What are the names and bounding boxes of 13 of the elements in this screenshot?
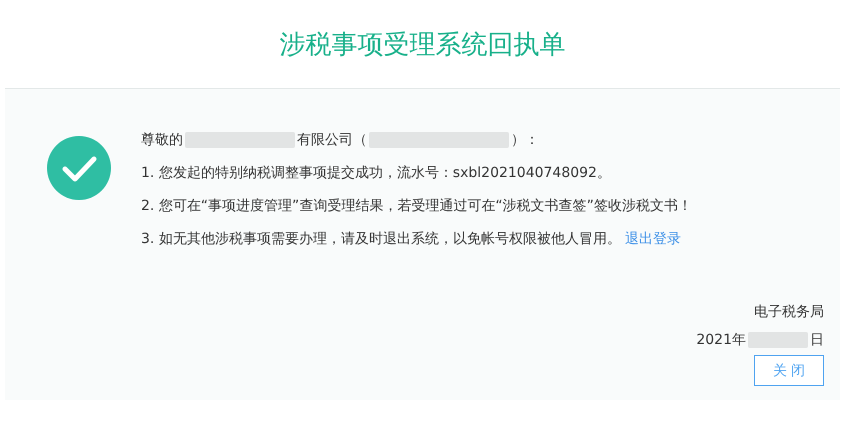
logout-link[interactable]: 退出登录	[624, 229, 681, 249]
date-text: 日	[810, 331, 824, 349]
success-check-icon	[47, 136, 111, 200]
close-button[interactable]: 关 闭	[754, 355, 824, 386]
greeting-text: 有限公司（	[297, 131, 367, 150]
receipt-title: 涉税事项受理系统回执单	[280, 28, 566, 62]
greeting-text: ）：	[511, 131, 539, 150]
date-text: 2021年	[696, 331, 746, 349]
notice-text: 1. 您发起的特别纳税调整事项提交成功，流水号：sxbl2021040748092。	[141, 164, 611, 183]
issuer-text: 电子税务局	[754, 303, 824, 321]
greeting-text: 尊敬的	[141, 131, 183, 150]
notice-text: 3. 如无其他涉税事项需要办理，请及时退出系统，以免帐号权限被他人冒用。	[141, 230, 621, 249]
notice-text: 2. 您可在“事项进度管理”查询受理结果，若受理通过可在“涉税文书查签”签收涉税文书！	[141, 197, 692, 216]
